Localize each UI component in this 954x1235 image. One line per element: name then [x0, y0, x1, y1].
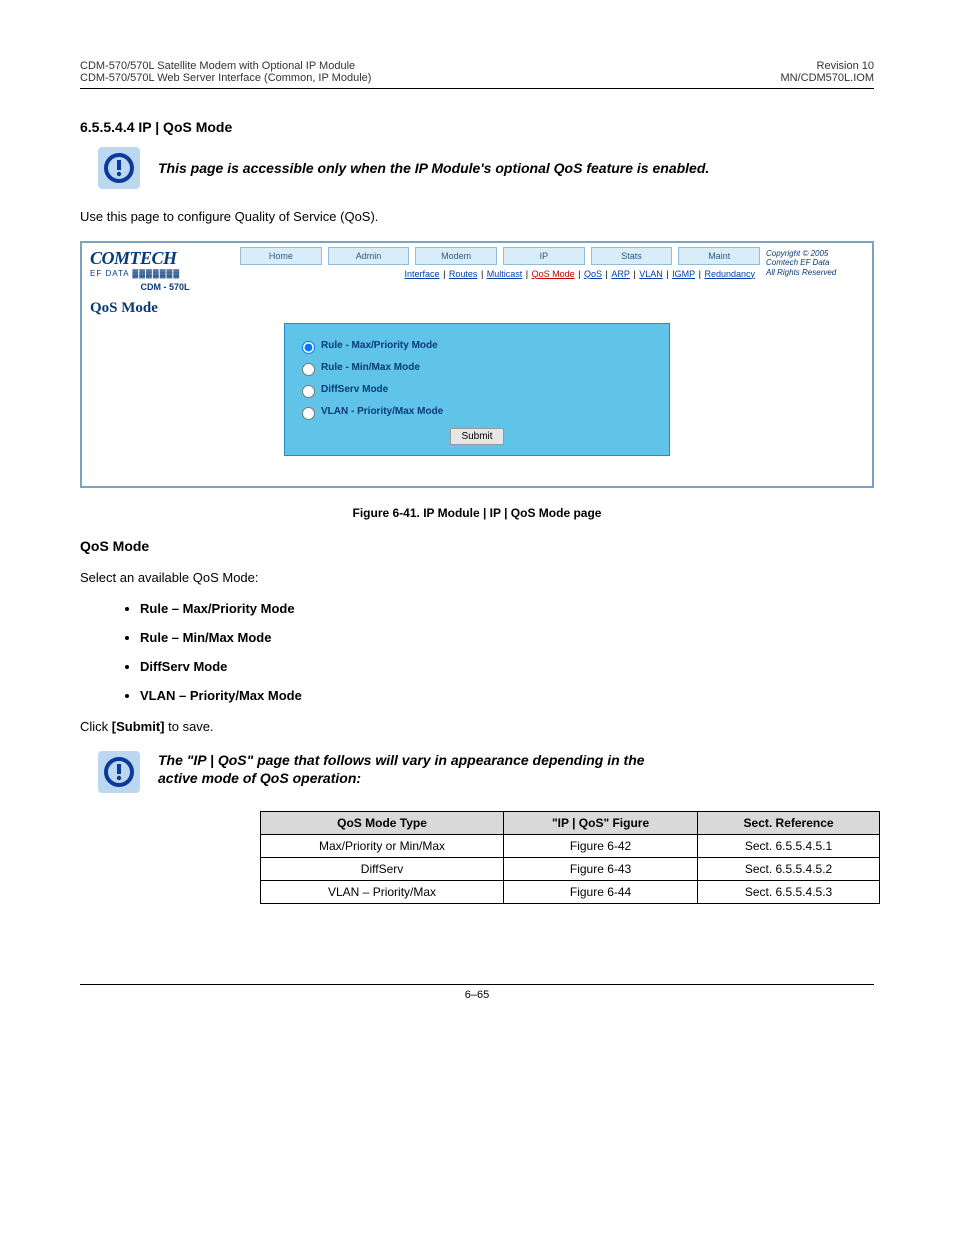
doc-header-left-2: CDM-570/570L Web Server Interface (Commo… [80, 72, 371, 84]
td-figure-2: Figure 6-43 [504, 857, 698, 880]
mode-item-2: Rule – Min/Max Mode [140, 630, 874, 645]
save-note: Click [Submit] to save. [80, 717, 874, 737]
body-para: Select an available QoS Mode: [80, 568, 874, 588]
logo-model: CDM - 570L [90, 282, 240, 292]
table-row: VLAN – Priority/Max Figure 6-44 Sect. 6.… [261, 880, 880, 903]
page-title: QoS Mode [82, 294, 872, 323]
td-figure-3: Figure 6-44 [504, 880, 698, 903]
link-arp[interactable]: ARP [611, 269, 630, 279]
mode-list: Rule – Max/Priority Mode Rule – Min/Max … [140, 601, 874, 703]
logo-main: COMTECH [90, 249, 240, 267]
submit-row: Submit [297, 428, 657, 445]
radio-row-3[interactable]: DiffServ Mode [297, 382, 657, 398]
th-sect: Sect. Reference [698, 811, 880, 834]
important-text-primary: This page is accessible only when the IP… [158, 159, 709, 177]
radio-vlan[interactable] [302, 407, 315, 420]
mode-item-4: VLAN – Priority/Max Mode [140, 688, 874, 703]
save-note-prefix: Click [80, 719, 112, 734]
link-qos[interactable]: QoS [584, 269, 602, 279]
tab-stats[interactable]: Stats [591, 247, 673, 265]
link-qos-mode[interactable]: QoS Mode [532, 269, 575, 279]
important-notice-secondary: The "IP | QoS" page that follows will va… [80, 751, 874, 793]
doc-header-right-2: MN/CDM570L.IOM [780, 72, 874, 84]
radio-row-2[interactable]: Rule - Min/Max Mode [297, 360, 657, 376]
subheading-qos-mode: QoS Mode [80, 538, 874, 554]
table-header-row: QoS Mode Type "IP | QoS" Figure Sect. Re… [261, 811, 880, 834]
th-mode: QoS Mode Type [261, 811, 504, 834]
table-row: Max/Priority or Min/Max Figure 6-42 Sect… [261, 834, 880, 857]
radio-row-1[interactable]: Rule - Max/Priority Mode [297, 338, 657, 354]
radio-label-2: Rule - Min/Max Mode [321, 362, 420, 373]
qos-body: Rule - Max/Priority Mode Rule - Min/Max … [82, 323, 872, 486]
link-multicast[interactable]: Multicast [487, 269, 523, 279]
radio-maxpriority[interactable] [302, 341, 315, 354]
td-mode-2: DiffServ [261, 857, 504, 880]
th-figure: "IP | QoS" Figure [504, 811, 698, 834]
mode-item-1: Rule – Max/Priority Mode [140, 601, 874, 616]
important-text-secondary: The "IP | QoS" page that follows will va… [158, 751, 645, 787]
radio-label-1: Rule - Max/Priority Mode [321, 340, 438, 351]
td-mode-3: VLAN – Priority/Max [261, 880, 504, 903]
td-sect-3: Sect. 6.5.5.4.5.3 [698, 880, 880, 903]
link-igmp[interactable]: IGMP [672, 269, 695, 279]
table-row: DiffServ Figure 6-43 Sect. 6.5.5.4.5.2 [261, 857, 880, 880]
copyright-1: Copyright © 2005 [766, 249, 866, 259]
radio-minmax[interactable] [302, 363, 315, 376]
nav-links: Interface | Routes | Multicast | QoS Mod… [240, 269, 760, 279]
header-divider [80, 88, 874, 89]
tab-admin[interactable]: Admin [328, 247, 410, 265]
link-routes[interactable]: Routes [449, 269, 478, 279]
tab-maint[interactable]: Maint [678, 247, 760, 265]
copyright-3: All Rights Reserved [766, 268, 866, 278]
doc-header-row: CDM-570/570L Satellite Modem with Option… [80, 60, 874, 84]
nav-tabs: Home Admin Modem IP Stats Maint [240, 247, 760, 265]
radio-diffserv[interactable] [302, 385, 315, 398]
link-redundancy[interactable]: Redundancy [704, 269, 755, 279]
nav-area: Home Admin Modem IP Stats Maint Interfac… [240, 247, 760, 279]
app-frame: COMTECH EF DATA ▓▓▓▓▓▓▓ CDM - 570L Home … [80, 241, 874, 488]
doc-header-right-1: Revision 10 [780, 60, 874, 72]
doc-header-left-1: CDM-570/570L Satellite Modem with Option… [80, 60, 371, 72]
td-figure-1: Figure 6-42 [504, 834, 698, 857]
figure-caption: Figure 6-41. IP Module | IP | QoS Mode p… [80, 506, 874, 520]
link-interface[interactable]: Interface [405, 269, 440, 279]
page-number: 6–65 [465, 989, 489, 1001]
app-header: COMTECH EF DATA ▓▓▓▓▓▓▓ CDM - 570L Home … [82, 243, 872, 294]
td-sect-2: Sect. 6.5.5.4.5.2 [698, 857, 880, 880]
tab-ip[interactable]: IP [503, 247, 585, 265]
radio-label-3: DiffServ Mode [321, 384, 388, 395]
td-sect-1: Sect. 6.5.5.4.5.1 [698, 834, 880, 857]
mode-item-3: DiffServ Mode [140, 659, 874, 674]
tab-modem[interactable]: Modem [415, 247, 497, 265]
secondary-line1: The "IP | QoS" page that follows will va… [158, 751, 645, 769]
logo-block: COMTECH EF DATA ▓▓▓▓▓▓▓ CDM - 570L [88, 247, 240, 292]
link-vlan[interactable]: VLAN [639, 269, 663, 279]
secondary-line2: active mode of QoS operation: [158, 769, 645, 787]
qos-panel: Rule - Max/Priority Mode Rule - Min/Max … [284, 323, 670, 456]
important-icon-2 [98, 751, 140, 793]
important-notice-primary: This page is accessible only when the IP… [80, 147, 874, 189]
section-heading: 6.5.5.4.4 IP | QoS Mode [80, 119, 874, 135]
copyright-block: Copyright © 2005 Comtech EF Data All Rig… [760, 247, 866, 278]
important-icon [98, 147, 140, 189]
footer: 6–65 [80, 984, 874, 1001]
copyright-2: Comtech EF Data [766, 258, 866, 268]
radio-label-4: VLAN - Priority/Max Mode [321, 406, 443, 417]
save-note-suffix: to save. [165, 719, 214, 734]
submit-button[interactable]: Submit [450, 428, 503, 445]
td-mode-1: Max/Priority or Min/Max [261, 834, 504, 857]
tab-home[interactable]: Home [240, 247, 322, 265]
intro-text: Use this page to configure Quality of Se… [80, 207, 874, 227]
save-note-bold: [Submit] [112, 719, 165, 734]
feature-table: QoS Mode Type "IP | QoS" Figure Sect. Re… [260, 811, 880, 904]
logo-sub: EF DATA ▓▓▓▓▓▓▓ [90, 269, 240, 278]
radio-row-4[interactable]: VLAN - Priority/Max Mode [297, 404, 657, 420]
